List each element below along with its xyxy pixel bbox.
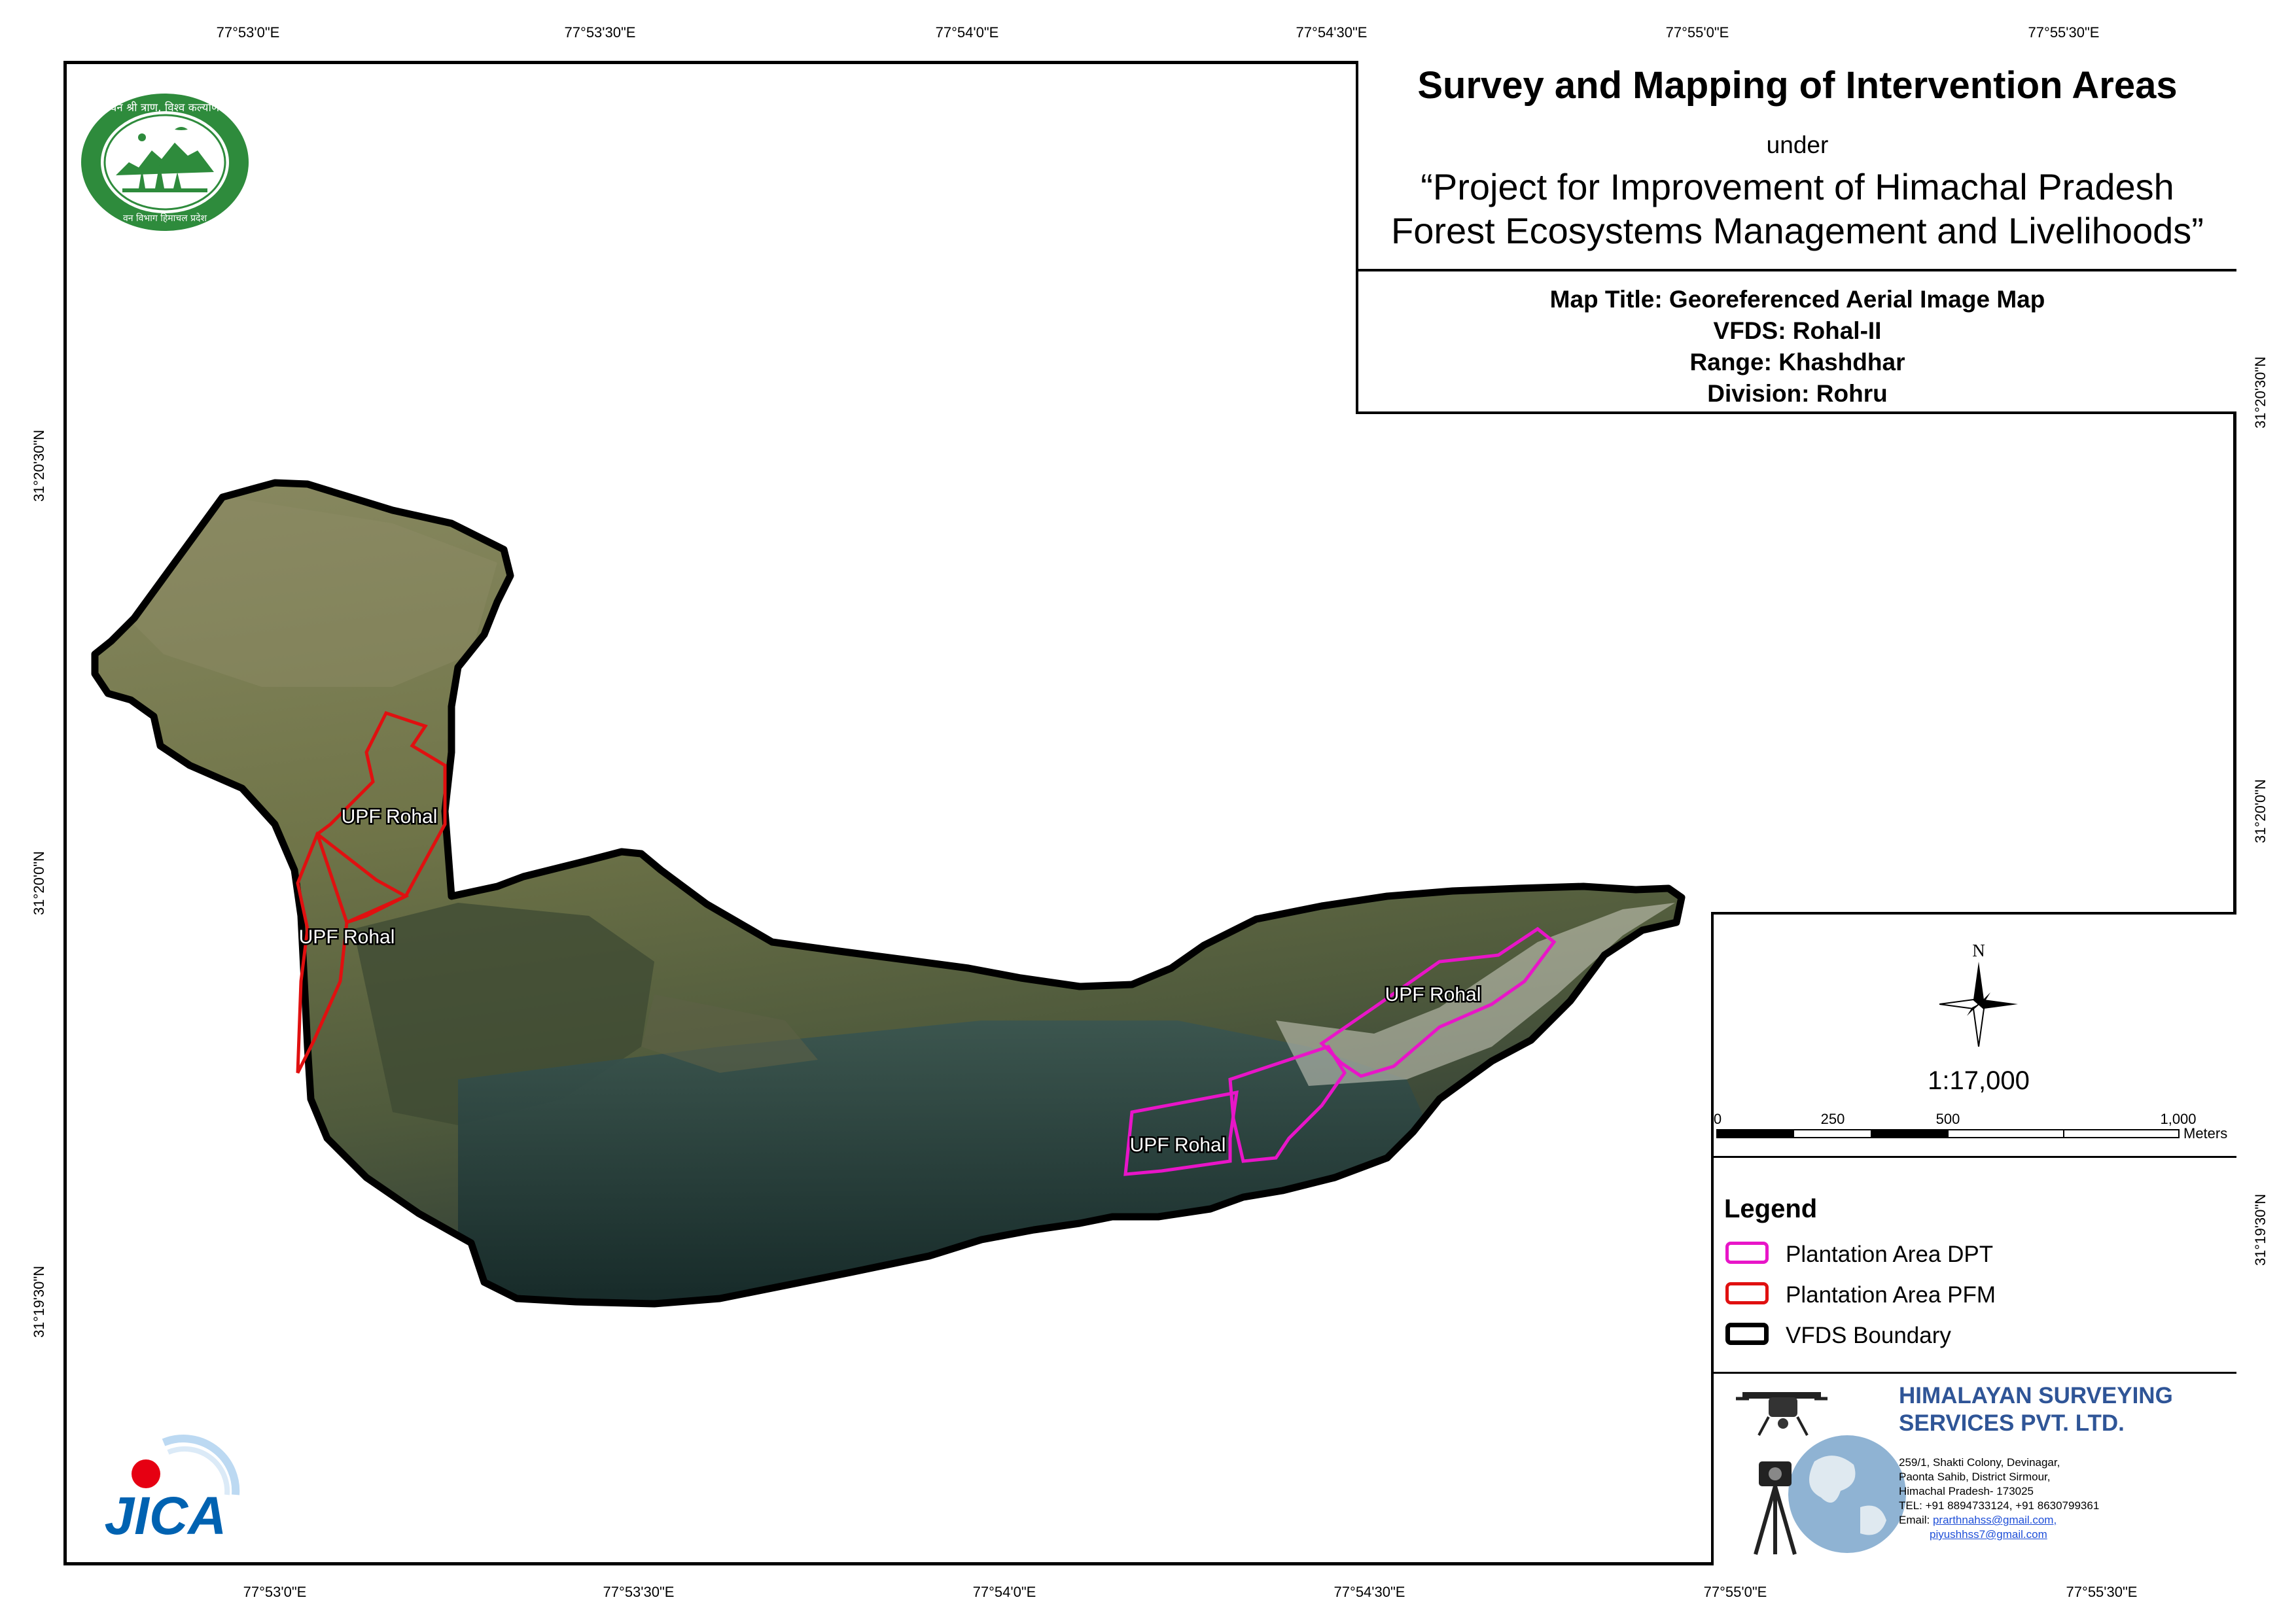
longitude-label-bottom: 77°53'30"E xyxy=(603,1584,675,1600)
latitude-label-right: 31°19'30"N xyxy=(2252,1193,2269,1266)
project-title-line-1: “Project for Improvement of Himachal Pra… xyxy=(1421,166,2174,207)
title-under: under xyxy=(1766,131,1829,158)
longitude-label-top: 77°53'0"E xyxy=(216,24,280,41)
scale-ratio: 1:17,000 xyxy=(1928,1066,2030,1095)
company-block: HIMALAYAN SURVEYING SERVICES PVT. LTD. 2… xyxy=(1711,1374,2236,1565)
company-email-label: Email: xyxy=(1899,1514,1933,1526)
legend-swatch-dpt xyxy=(1725,1242,1769,1264)
company-email-link[interactable]: piyushhss7@gmail.com xyxy=(1930,1528,2047,1541)
logo-motto: वन श्री त्राण, विश्व कल्याण xyxy=(111,101,220,114)
company-address-line: Himachal Pradesh- 173025 xyxy=(1899,1485,2034,1497)
company-name-line-1: HIMALAYAN SURVEYING xyxy=(1899,1383,2173,1408)
legend-swatch-vfds xyxy=(1725,1323,1769,1345)
latitude-label-left: 31°20'0"N xyxy=(31,851,47,915)
scale-block: N 1:17,000 0 250 500 1,000 Meters xyxy=(1711,912,2236,1158)
longitude-label-top: 77°55'0"E xyxy=(1665,24,1729,41)
longitude-label-top: 77°53'30"E xyxy=(564,24,636,41)
legend-label: Plantation Area DPT xyxy=(1786,1242,1994,1267)
forest-department-logo: वन श्री त्राण, विश्व कल्याण वन विभाग हिम… xyxy=(81,94,249,231)
project-title-line-2: Forest Ecosystems Management and Livelih… xyxy=(1391,210,2204,251)
map-title: Map Title: Georeferenced Aerial Image Ma… xyxy=(1549,286,2045,313)
longitude-label-bottom: 77°55'0"E xyxy=(1703,1584,1767,1600)
legend: Legend Plantation Area DPT Plantation Ar… xyxy=(1711,1158,2236,1374)
company-phone: TEL: +91 8894733124, +91 8630799361 xyxy=(1899,1499,2100,1512)
scale-tick-label: 0 xyxy=(1713,1111,1722,1127)
scale-tick-label: 250 xyxy=(1820,1111,1845,1127)
map-info-block: Map Title: Georeferenced Aerial Image Ma… xyxy=(1356,271,2236,414)
latitude-label-left: 31°20'30"N xyxy=(31,429,47,502)
surveyor-logo-icon xyxy=(1736,1392,1906,1555)
north-label: N xyxy=(1972,941,1985,960)
longitude-label-bottom: 77°53'0"E xyxy=(243,1584,307,1600)
scale-unit: Meters xyxy=(2183,1125,2228,1142)
company-address-line: Paonta Sahib, District Sirmour, xyxy=(1899,1471,2051,1483)
legend-swatch-pfm xyxy=(1725,1282,1769,1304)
scale-bar xyxy=(1716,1129,2180,1138)
company-name-line-2: SERVICES PVT. LTD. xyxy=(1899,1410,2125,1436)
scale-tick-label: 500 xyxy=(1935,1111,1960,1127)
vfds-name: VFDS: Rohal-II xyxy=(1713,317,1882,344)
legend-title: Legend xyxy=(1724,1195,1818,1223)
title-block: Survey and Mapping of Intervention Areas… xyxy=(1356,61,2236,271)
company-address-line: 259/1, Shakti Colony, Devinagar, xyxy=(1899,1456,2060,1469)
north-arrow-icon xyxy=(1939,962,2018,1047)
latitude-label-right: 31°20'30"N xyxy=(2252,356,2269,429)
range-name: Range: Khashdhar xyxy=(1689,349,1905,375)
longitude-label-top: 77°54'30"E xyxy=(1296,24,1368,41)
latitude-label-left: 31°19'30"N xyxy=(31,1265,47,1338)
legend-label: Plantation Area PFM xyxy=(1786,1282,1996,1308)
jica-wordmark: JICA xyxy=(105,1486,227,1546)
longitude-label-bottom: 77°54'0"E xyxy=(972,1584,1036,1600)
main-title: Survey and Mapping of Intervention Areas xyxy=(1417,64,2178,107)
longitude-label-bottom: 77°54'30"E xyxy=(1333,1584,1405,1600)
company-email-link[interactable]: prarthnahss@gmail.com, xyxy=(1933,1514,2057,1526)
latitude-label-right: 31°20'0"N xyxy=(2252,779,2269,843)
longitude-label-top: 77°55'30"E xyxy=(2028,24,2100,41)
division-name: Division: Rohru xyxy=(1707,380,1888,407)
legend-label: VFDS Boundary xyxy=(1786,1323,1951,1348)
longitude-label-top: 77°54'0"E xyxy=(935,24,999,41)
longitude-label-bottom: 77°55'30"E xyxy=(2066,1584,2138,1600)
jica-logo: JICA xyxy=(105,1435,240,1546)
logo-department-name: वन विभाग हिमाचल प्रदेश xyxy=(123,213,207,224)
